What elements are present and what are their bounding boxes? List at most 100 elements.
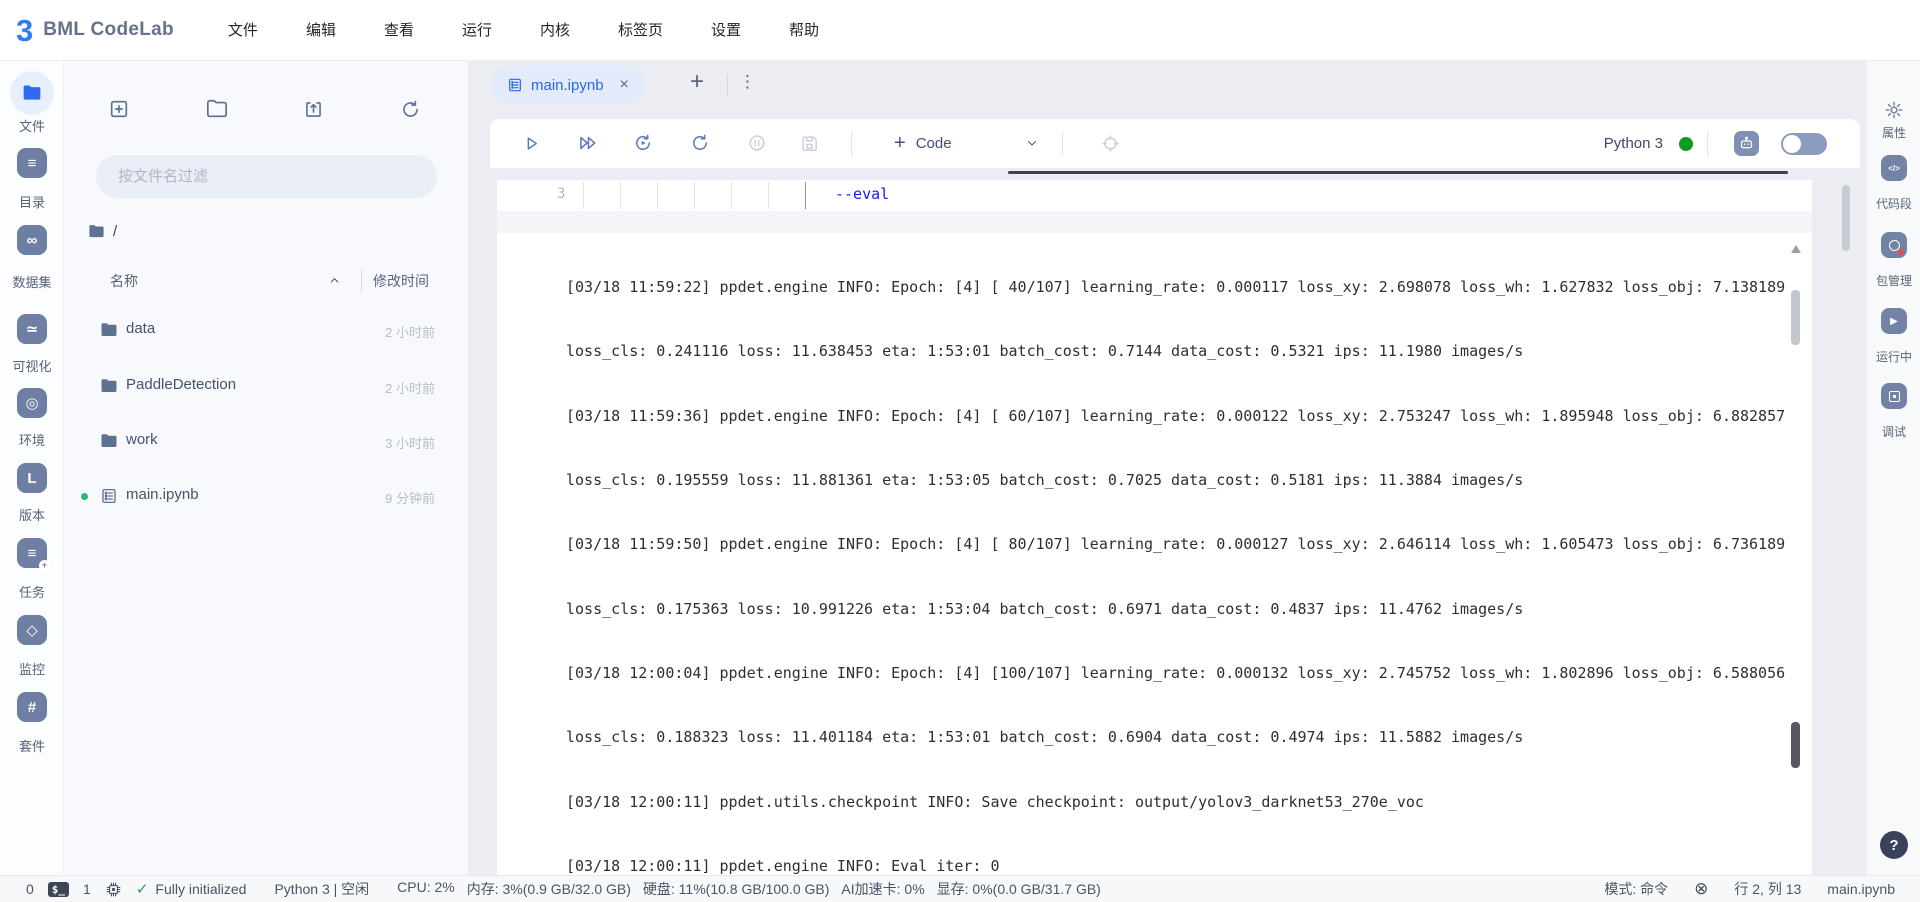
menu-run[interactable]: 运行 bbox=[438, 0, 516, 61]
file-row-work[interactable]: work 3 小时前 bbox=[64, 414, 469, 468]
breadcrumb[interactable]: / bbox=[88, 223, 117, 240]
restart-kernel-button[interactable] bbox=[686, 129, 714, 157]
panel-item-properties[interactable]: 属性 bbox=[1867, 100, 1920, 141]
debug-icon bbox=[1881, 383, 1907, 409]
code-cell-editor[interactable]: 3 --eval bbox=[497, 180, 1812, 211]
filename-filter-input[interactable] bbox=[96, 155, 437, 198]
folder-outline-icon bbox=[206, 98, 228, 120]
kernel-name[interactable]: Python 3 bbox=[1604, 135, 1663, 152]
folder-icon bbox=[100, 321, 118, 339]
pause-icon bbox=[747, 133, 767, 153]
assistant-robot-button[interactable] bbox=[1734, 131, 1759, 156]
cursor-position[interactable]: 行 2, 列 13 bbox=[1734, 879, 1801, 899]
run-cell-button[interactable] bbox=[517, 129, 545, 157]
panel-item-snippets[interactable]: </> 代码段 bbox=[1867, 155, 1920, 212]
restart-and-run-button[interactable] bbox=[629, 129, 657, 157]
indent-guide bbox=[768, 182, 769, 209]
menu-kernel[interactable]: 内核 bbox=[516, 0, 594, 61]
toolbar-divider bbox=[851, 132, 852, 155]
sidebar-item-files[interactable]: 文件 bbox=[0, 71, 64, 134]
log-line: loss_cls: 0.188323 loss: 11.401184 eta: … bbox=[566, 728, 1524, 747]
status-bar: 0 $_ 1 ✓ Fully initialized Python 3 | 空闲… bbox=[0, 875, 1920, 902]
chip-icon[interactable] bbox=[105, 881, 122, 898]
refresh-files-button[interactable] bbox=[392, 91, 428, 127]
notebook-scrollbar-thumb[interactable] bbox=[1842, 185, 1850, 251]
sidebar-item-monitor[interactable]: ◇ 监控 bbox=[0, 615, 64, 677]
new-notebook-button[interactable] bbox=[101, 91, 137, 127]
app-title: BML CodeLab bbox=[43, 19, 174, 40]
menu-help[interactable]: 帮助 bbox=[765, 0, 843, 61]
gear-icon bbox=[1884, 100, 1904, 120]
cell-output-area[interactable]: [03/18 11:59:22] ppdet.engine INFO: Epoc… bbox=[497, 233, 1812, 875]
left-activity-rail: 文件 ≡ 目录 ∞ 数据集 ≃ 可视化 ◎ 环境 L 版本 ≡ + 任务 ◇ 监控… bbox=[0, 61, 64, 875]
bml-logo-icon: 3 bbox=[16, 12, 34, 48]
ai-accelerator-usage: AI加速卡: 0% bbox=[841, 881, 925, 897]
log-line: loss_cls: 0.175363 loss: 10.991226 eta: … bbox=[566, 599, 1524, 618]
kebab-menu-icon[interactable]: ⋮ bbox=[739, 72, 756, 92]
interrupt-kernel-button[interactable] bbox=[743, 129, 771, 157]
help-button[interactable]: ? bbox=[1880, 831, 1908, 859]
plus-square-icon bbox=[108, 98, 130, 120]
panel-item-running[interactable]: ▶ 运行中 bbox=[1867, 308, 1920, 365]
sidebar-item-environment[interactable]: ◎ 环境 bbox=[0, 388, 64, 448]
new-tab-button[interactable]: + bbox=[690, 68, 704, 96]
tabbar-divider bbox=[727, 74, 728, 96]
file-list-header: 名称 修改时间 bbox=[64, 266, 469, 296]
menu-file[interactable]: 文件 bbox=[204, 0, 282, 61]
panel-item-debug[interactable]: 调试 bbox=[1867, 383, 1920, 440]
resource-usage: CPU: 2% 内存: 3%(0.9 GB/32.0 GB) 硬盘: 11%(1… bbox=[397, 879, 1101, 899]
sidebar-label: 环境 bbox=[18, 433, 45, 448]
file-row-main-ipynb[interactable]: main.ipynb 9 分钟前 bbox=[64, 469, 469, 523]
menu-view[interactable]: 查看 bbox=[360, 0, 438, 61]
menu-settings[interactable]: 设置 bbox=[687, 0, 765, 61]
list-icon: ≡ bbox=[17, 148, 47, 178]
sidebar-label: 可视化 bbox=[12, 359, 52, 374]
toggle-knob bbox=[1783, 134, 1801, 153]
scrollbar-up-arrow[interactable] bbox=[1791, 245, 1801, 253]
target-icon bbox=[1101, 134, 1120, 153]
toolbar-divider bbox=[1707, 132, 1708, 155]
file-row-data[interactable]: data 2 小时前 bbox=[64, 303, 469, 357]
sidebar-item-version[interactable]: L 版本 bbox=[0, 463, 64, 523]
log-line: loss_cls: 0.195559 loss: 11.881361 eta: … bbox=[566, 470, 1524, 489]
kernel-state[interactable]: Python 3 | 空闲 bbox=[274, 879, 369, 899]
diamond-icon: ◇ bbox=[17, 615, 47, 645]
sidebar-item-catalog[interactable]: ≡ 目录 bbox=[0, 148, 64, 210]
panel-label: 包管理 bbox=[1875, 274, 1912, 288]
sidebar-item-dataset[interactable]: ∞ 数据集 bbox=[0, 225, 64, 290]
indent-guide bbox=[694, 182, 695, 209]
terminal-icon[interactable]: $_ bbox=[47, 881, 70, 897]
memory-usage: 内存: 3%(0.9 GB/32.0 GB) bbox=[466, 881, 631, 897]
cell-type-dropdown[interactable] bbox=[1018, 129, 1046, 157]
editor-mode[interactable]: 模式: 命令 bbox=[1604, 879, 1668, 899]
unsaved-indicator-dot bbox=[81, 493, 88, 500]
upload-icon bbox=[303, 99, 324, 120]
menu-tabs[interactable]: 标签页 bbox=[594, 0, 687, 61]
top-menubar: 3 BML CodeLab 文件 编辑 查看 运行 内核 标签页 设置 帮助 bbox=[0, 0, 1920, 61]
upload-button[interactable] bbox=[295, 91, 331, 127]
save-button[interactable] bbox=[795, 129, 823, 157]
output-scrollbar-thumb[interactable] bbox=[1791, 290, 1800, 345]
shield-x-icon[interactable]: ⊗ bbox=[1694, 879, 1708, 899]
file-name: PaddleDetection bbox=[126, 376, 237, 393]
run-all-button[interactable] bbox=[574, 129, 602, 157]
sidebar-item-suite[interactable]: # 套件 bbox=[0, 692, 64, 754]
close-tab-icon[interactable]: × bbox=[620, 76, 629, 94]
horizontal-scrollbar-thumb[interactable] bbox=[1008, 171, 1788, 174]
focus-mode-button[interactable] bbox=[1096, 129, 1124, 157]
sort-caret-icon[interactable] bbox=[328, 274, 341, 287]
run-icon bbox=[522, 134, 541, 153]
output-scrollbar-thumb-dark[interactable] bbox=[1791, 722, 1800, 768]
panel-item-packages[interactable]: 包管理 bbox=[1867, 232, 1920, 289]
new-folder-button[interactable] bbox=[199, 91, 235, 127]
column-modified[interactable]: 修改时间 bbox=[373, 271, 429, 291]
menu-edit[interactable]: 编辑 bbox=[282, 0, 360, 61]
add-code-cell-button[interactable]: + Code bbox=[894, 119, 952, 168]
sidebar-item-visualization[interactable]: ≃ 可视化 bbox=[0, 314, 64, 374]
file-row-paddledetection[interactable]: PaddleDetection 2 小时前 bbox=[64, 359, 469, 413]
tab-main-ipynb[interactable]: main.ipynb × bbox=[490, 66, 645, 104]
column-name[interactable]: 名称 bbox=[110, 271, 138, 291]
sidebar-label: 版本 bbox=[18, 508, 45, 523]
mode-toggle-switch[interactable] bbox=[1781, 132, 1827, 155]
sidebar-item-tasks[interactable]: ≡ + 任务 bbox=[0, 538, 64, 600]
